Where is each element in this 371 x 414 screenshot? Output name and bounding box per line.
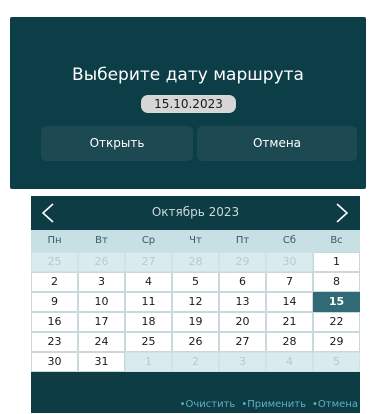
- weekday-label: Ср: [141, 235, 156, 246]
- day-cell[interactable]: 30: [31, 352, 78, 372]
- day-cell[interactable]: 27: [219, 332, 266, 352]
- day-cell[interactable]: 3: [78, 272, 125, 292]
- date-field[interactable]: 15.10.2023: [141, 95, 236, 113]
- day-cell[interactable]: 1: [313, 252, 360, 272]
- day-cell-other-month[interactable]: 30: [266, 252, 313, 272]
- day-cell[interactable]: 11: [125, 292, 172, 312]
- weekday-header: Пн Вт Ср Чт Пт Сб Вс: [31, 230, 360, 252]
- weekday-label: Чт: [189, 235, 202, 246]
- apply-button[interactable]: •Применить: [241, 397, 306, 413]
- day-cell[interactable]: 9: [31, 292, 78, 312]
- day-cell[interactable]: 25: [125, 332, 172, 352]
- day-cell[interactable]: 10: [78, 292, 125, 312]
- cancel-button[interactable]: Отмена: [197, 126, 357, 161]
- day-cell-other-month[interactable]: 2: [172, 352, 219, 372]
- day-cell[interactable]: 16: [31, 312, 78, 332]
- weekday-label: Вс: [330, 235, 343, 246]
- weekday-label: Сб: [282, 235, 297, 246]
- day-cell-other-month[interactable]: 28: [172, 252, 219, 272]
- day-cell[interactable]: 18: [125, 312, 172, 332]
- day-cell[interactable]: 4: [125, 272, 172, 292]
- day-cell[interactable]: 12: [172, 292, 219, 312]
- day-grid: 25 26 27 28 29 30 1 2 3 4 5 6 7 8 9 10 1…: [31, 252, 360, 372]
- day-cell[interactable]: 7: [266, 272, 313, 292]
- day-cell-other-month[interactable]: 27: [125, 252, 172, 272]
- day-cell[interactable]: 5: [172, 272, 219, 292]
- day-cell-other-month[interactable]: 26: [78, 252, 125, 272]
- day-cell[interactable]: 22: [313, 312, 360, 332]
- day-cell-other-month[interactable]: 29: [219, 252, 266, 272]
- weekday-label: Пт: [235, 235, 250, 246]
- day-cell-other-month[interactable]: 1: [125, 352, 172, 372]
- calendar-cancel-button[interactable]: •Отмена: [312, 397, 358, 413]
- calendar-header: Октябрь 2023: [31, 196, 360, 230]
- route-date-dialog: Выберите дату маршрута 15.10.2023 Открыт…: [10, 17, 366, 189]
- day-cell-other-month[interactable]: 25: [31, 252, 78, 272]
- day-cell-other-month[interactable]: 5: [313, 352, 360, 372]
- calendar-footer: •Очистить •Применить •Отмена: [31, 397, 360, 413]
- weekday-label: Вт: [95, 235, 108, 246]
- day-cell[interactable]: 14: [266, 292, 313, 312]
- day-cell-selected[interactable]: 15: [313, 292, 360, 312]
- day-cell-other-month[interactable]: 3: [219, 352, 266, 372]
- day-cell[interactable]: 24: [78, 332, 125, 352]
- day-cell[interactable]: 23: [31, 332, 78, 352]
- date-picker-calendar: Октябрь 2023 Пн Вт Ср Чт Пт Сб Вс 25 26 …: [31, 196, 360, 413]
- month-title: Октябрь 2023: [151, 205, 240, 219]
- day-cell[interactable]: 2: [31, 272, 78, 292]
- open-button[interactable]: Открыть: [41, 126, 193, 161]
- day-cell[interactable]: 17: [78, 312, 125, 332]
- next-month-button[interactable]: [333, 202, 351, 224]
- day-cell[interactable]: 26: [172, 332, 219, 352]
- clear-button[interactable]: •Очистить: [180, 397, 236, 413]
- day-cell[interactable]: 29: [313, 332, 360, 352]
- chevron-right-icon: [336, 203, 349, 223]
- day-cell[interactable]: 21: [266, 312, 313, 332]
- day-cell[interactable]: 6: [219, 272, 266, 292]
- day-cell[interactable]: 8: [313, 272, 360, 292]
- weekday-label: Пн: [47, 235, 62, 246]
- day-cell[interactable]: 28: [266, 332, 313, 352]
- day-cell[interactable]: 13: [219, 292, 266, 312]
- day-cell[interactable]: 31: [78, 352, 125, 372]
- day-cell[interactable]: 20: [219, 312, 266, 332]
- day-cell[interactable]: 19: [172, 312, 219, 332]
- dialog-title: Выберите дату маршрута: [72, 65, 304, 85]
- day-cell-other-month[interactable]: 4: [266, 352, 313, 372]
